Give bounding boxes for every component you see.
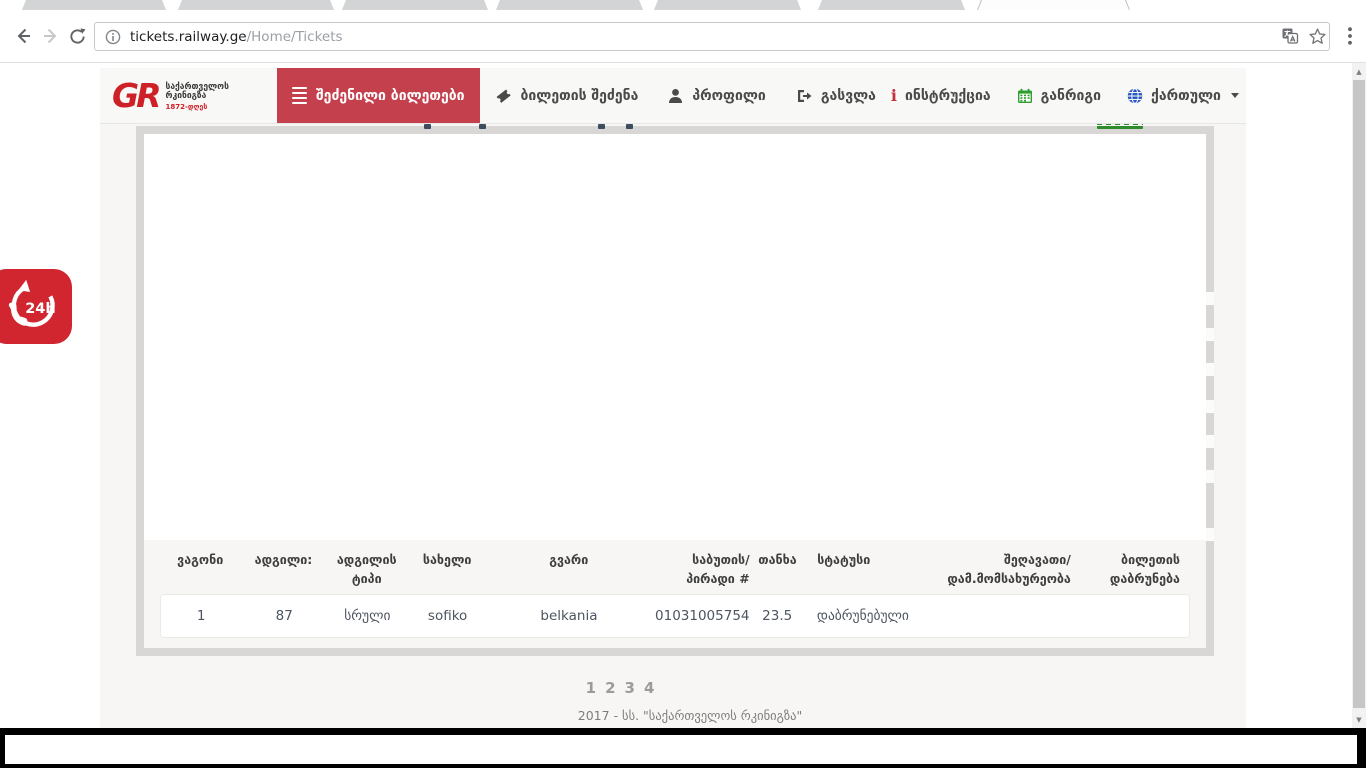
- menu-item-buy-ticket[interactable]: ბილეთის შეძენა: [480, 68, 654, 123]
- col-header-wagon: ვაგონი: [160, 548, 240, 569]
- url-text: tickets.railway.ge/Home/Tickets: [130, 29, 343, 45]
- browser-toolbar: tickets.railway.ge/Home/Tickets: [0, 10, 1366, 63]
- pagination: 1 2 3 4: [560, 679, 680, 697]
- content-panel: ვაგონი ადგილი: ადგილისტიპი სახელი გვარი …: [136, 126, 1214, 656]
- cell-last-name: belkania: [488, 608, 650, 624]
- page-link-2[interactable]: 2: [605, 679, 615, 697]
- page-link-4[interactable]: 4: [644, 679, 654, 697]
- cell-amount: 23.5: [750, 608, 805, 624]
- gr-logo: GR: [112, 79, 159, 112]
- scroll-up-icon[interactable]: ▲: [1352, 64, 1366, 79]
- browser-tab[interactable]: [496, 0, 643, 10]
- language-selector[interactable]: ქართული: [1127, 88, 1239, 104]
- browser-tab[interactable]: [22, 0, 166, 10]
- browser-tab[interactable]: [178, 0, 334, 10]
- col-header-status: სტატუსი: [805, 548, 926, 569]
- ticket-icon: [495, 88, 512, 104]
- user-icon: [668, 88, 683, 104]
- support-24h-badge[interactable]: 24h: [0, 269, 72, 344]
- back-button[interactable]: [8, 21, 38, 51]
- footer-copyright: 2017 - სს. "საქართველოს რკინიგზა": [117, 708, 1263, 723]
- menu-item-instruction[interactable]: i ინსტრუქცია: [891, 88, 991, 104]
- col-header-document-id: საბუთის/პირადი #: [650, 548, 750, 589]
- reload-icon: [68, 27, 87, 46]
- chevron-down-icon: [1231, 93, 1239, 98]
- page-link-1[interactable]: 1: [586, 679, 596, 697]
- menu-item-logout[interactable]: გასვლა: [781, 68, 891, 123]
- cell-document-id: 01031005754: [650, 608, 749, 624]
- navbar-right-group: i ინსტრუქცია განრიგი: [891, 68, 1255, 123]
- translate-icon: [1281, 27, 1299, 45]
- bookmark-button[interactable]: [1303, 21, 1331, 51]
- browser-scrollbar[interactable]: ▲ ▼: [1352, 63, 1366, 728]
- calendar-icon: [1017, 88, 1033, 104]
- cell-seat-type: სრული: [327, 608, 407, 624]
- browser-tab-active[interactable]: [977, 0, 1130, 10]
- menu-item-purchased-tickets[interactable]: შეძენილი ბილეთები: [277, 68, 480, 123]
- logout-icon: [796, 88, 812, 104]
- bottom-black-frame: [0, 728, 1366, 768]
- forward-icon: [41, 26, 61, 46]
- table-header-row: ვაგონი ადგილი: ადგილისტიპი სახელი გვარი …: [160, 548, 1190, 589]
- bookmark-star-icon: [1308, 27, 1327, 46]
- info-icon: i: [891, 88, 897, 104]
- menu-item-schedule[interactable]: განრიგი: [1017, 88, 1101, 104]
- svg-text:24h: 24h: [25, 300, 56, 316]
- site-navbar: GR საქართველოს რკინიგზა 1872-დღეს შეძენი…: [100, 68, 1246, 124]
- browser-tab-strip: [0, 0, 1366, 10]
- logo-years: 1872-დღეს: [166, 104, 229, 112]
- col-header-last-name: გვარი: [487, 548, 650, 569]
- back-icon: [13, 26, 33, 46]
- list-icon: [292, 87, 307, 105]
- tickets-table-section: ვაგონი ადგილი: ადგილისტიპი სახელი გვარი …: [144, 540, 1206, 648]
- page-info-icon[interactable]: [105, 29, 121, 45]
- col-header-first-name: სახელი: [407, 548, 487, 569]
- menu-dots-icon: [1348, 27, 1352, 45]
- table-row[interactable]: 1 87 სრული sofiko belkania 01031005754 2…: [160, 594, 1190, 638]
- cell-first-name: sofiko: [407, 608, 487, 624]
- translate-button[interactable]: [1276, 21, 1304, 51]
- scroll-down-icon[interactable]: ▼: [1352, 712, 1366, 727]
- globe-icon: [1127, 88, 1143, 104]
- reload-button[interactable]: [62, 21, 92, 51]
- phone-24h-icon: 24h: [1, 277, 63, 337]
- col-header-discount-service: შეღავათი/დამ.მომსახურეობა: [926, 548, 1071, 589]
- tickets-table: ვაგონი ადგილი: ადგილისტიპი სახელი გვარი …: [160, 548, 1190, 648]
- browser-tab[interactable]: [342, 0, 488, 10]
- main-menu: შეძენილი ბილეთები ბილეთის შეძენა პროფილი: [277, 68, 891, 123]
- cell-status: დაბრუნებული: [805, 608, 926, 624]
- col-header-seat: ადგილი:: [240, 548, 326, 569]
- browser-tab[interactable]: [654, 0, 801, 10]
- site-logo[interactable]: GR საქართველოს რკინიგზა 1872-დღეს: [100, 68, 243, 123]
- col-header-seat-type: ადგილისტიპი: [327, 548, 407, 589]
- page-link-3[interactable]: 3: [625, 679, 635, 697]
- logo-line2: რკინიგზა: [166, 92, 229, 102]
- menu-item-profile[interactable]: პროფილი: [653, 68, 780, 123]
- col-header-amount: თანხა: [750, 548, 806, 569]
- browser-menu-button[interactable]: [1336, 21, 1364, 51]
- cell-wagon: 1: [161, 608, 241, 624]
- cell-seat: 87: [241, 608, 327, 624]
- browser-tab[interactable]: [818, 0, 965, 10]
- scrollbar-thumb[interactable]: [1353, 80, 1365, 708]
- address-bar[interactable]: tickets.railway.ge/Home/Tickets: [94, 22, 1330, 51]
- col-header-ticket-return: ბილეთისდაბრუნება: [1071, 548, 1190, 589]
